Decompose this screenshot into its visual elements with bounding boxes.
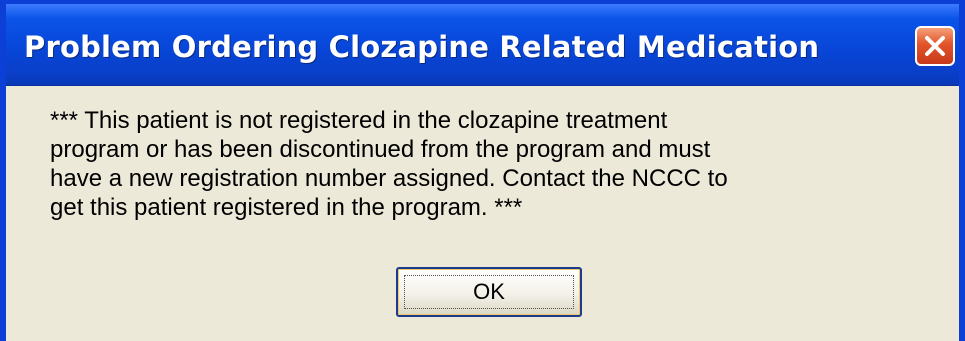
close-icon <box>925 36 945 56</box>
focus-rectangle <box>404 275 574 309</box>
dialog-window: Problem Ordering Clozapine Related Medic… <box>0 0 965 341</box>
dialog-body: *** This patient is not registered in th… <box>6 86 959 341</box>
dialog-title: Problem Ordering Clozapine Related Medic… <box>24 30 820 64</box>
close-button[interactable] <box>915 26 955 66</box>
title-bar[interactable]: Problem Ordering Clozapine Related Medic… <box>6 4 959 86</box>
ok-button[interactable]: OK <box>396 267 582 317</box>
dialog-message: *** This patient is not registered in th… <box>50 107 728 221</box>
